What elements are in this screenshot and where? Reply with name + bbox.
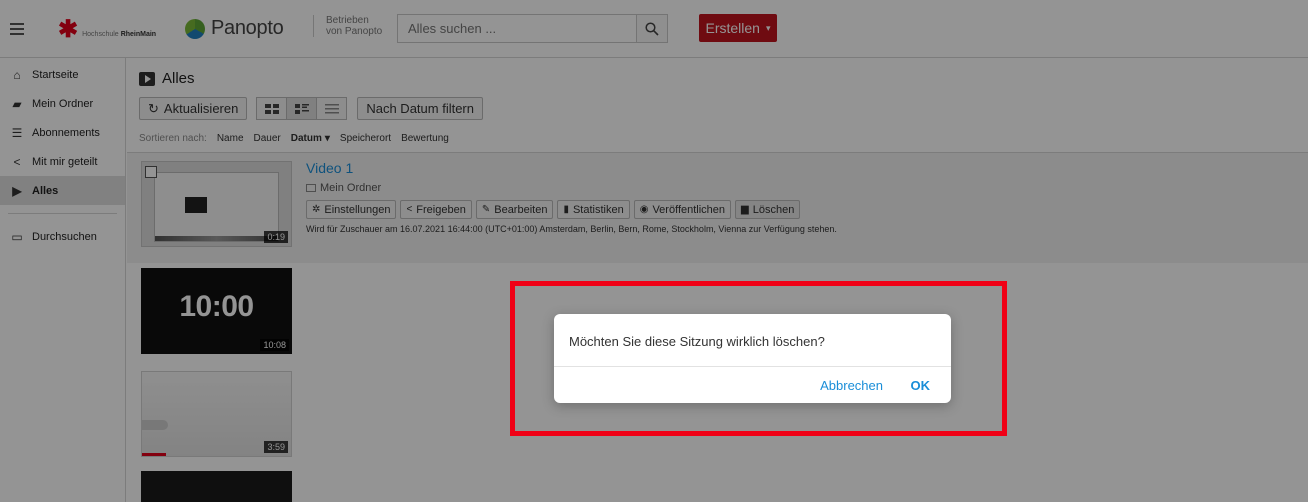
dialog-message: Möchten Sie diese Sitzung wirklich lösch… <box>569 334 825 349</box>
confirm-delete-dialog: Möchten Sie diese Sitzung wirklich lösch… <box>554 314 951 403</box>
ok-button[interactable]: OK <box>911 378 931 393</box>
cancel-button[interactable]: Abbrechen <box>820 378 883 393</box>
dialog-divider <box>554 366 951 367</box>
